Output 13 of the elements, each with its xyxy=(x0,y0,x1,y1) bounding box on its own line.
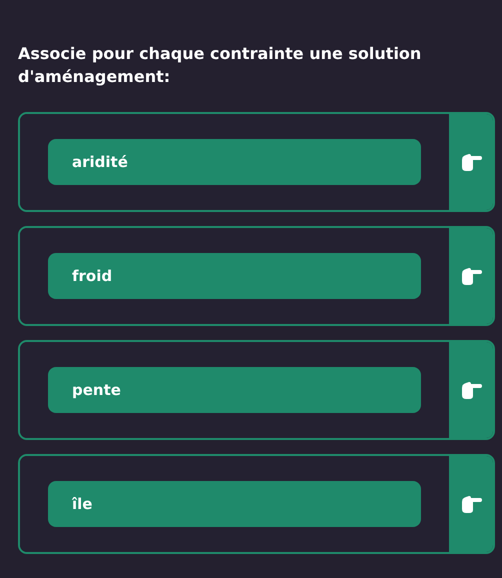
drag-handle[interactable] xyxy=(449,228,493,324)
pointing-hand-icon xyxy=(460,151,482,173)
pointing-hand-icon xyxy=(460,379,482,401)
pointing-hand-icon xyxy=(460,493,482,515)
drag-handle[interactable] xyxy=(449,456,493,552)
drag-handle[interactable] xyxy=(449,342,493,438)
constraint-item[interactable]: pente xyxy=(48,367,421,413)
drag-handle[interactable] xyxy=(449,114,493,210)
constraint-item[interactable]: île xyxy=(48,481,421,527)
constraint-item[interactable]: froid xyxy=(48,253,421,299)
constraint-item[interactable]: aridité xyxy=(48,139,421,185)
pointing-hand-icon xyxy=(460,265,482,287)
question-text: Associe pour chaque contrainte une solution d'aménagement: xyxy=(18,43,422,88)
